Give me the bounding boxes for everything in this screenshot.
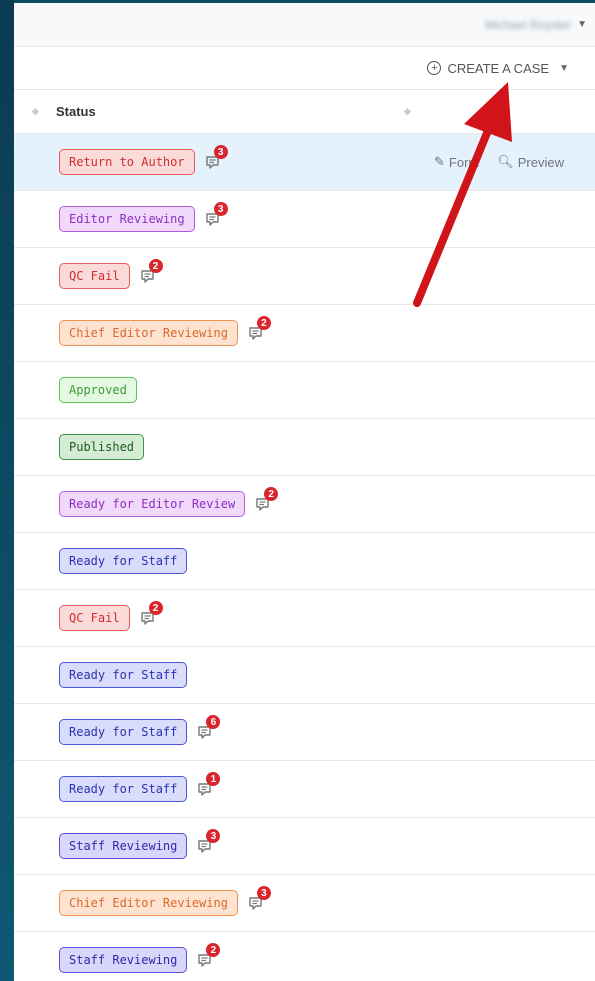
status-badge: Ready for Staff [59,776,188,802]
action-bar: + CREATE A CASE ▼ [14,47,595,90]
comment-icon[interactable]: 2 [255,487,279,515]
table-row[interactable]: Ready for Staff [14,533,595,590]
preview-icon: 🔍︎ [497,154,514,169]
status-badge: Chief Editor Reviewing [59,890,238,916]
chevron-down-icon[interactable]: ▼ [577,19,587,30]
status-badge: Chief Editor Reviewing [59,320,238,346]
table-row[interactable]: Ready for Staff 6 [14,704,595,761]
status-badge: Approved [59,377,137,403]
comment-icon[interactable]: 2 [248,316,271,344]
table-row[interactable]: Ready for Staff [14,647,595,704]
table-row[interactable]: Approved [14,362,595,419]
comment-count-badge: 2 [256,316,271,330]
table-row[interactable]: Ready for Staff 1 [14,761,595,818]
comment-count-badge: 2 [264,487,279,501]
comment-count-badge: 2 [148,259,163,273]
form-button[interactable]: ✎ Form [434,154,479,170]
status-badge: Ready for Editor Review [59,491,246,517]
comment-icon[interactable]: 2 [140,601,163,629]
comment-icon[interactable]: 2 [197,943,221,971]
window-edge [0,0,14,981]
comment-count-badge: 2 [148,601,163,615]
comment-icon[interactable]: 3 [248,886,271,914]
comment-count-badge: 6 [206,715,221,729]
column-header-status[interactable]: Status [56,104,96,119]
status-badge: Ready for Staff [59,662,188,688]
table-row[interactable]: QC Fail 2 [14,248,595,305]
table-row[interactable]: Return to Author 3 ✎Form 🔍︎Preview ⋮ [14,134,595,191]
comment-icon[interactable]: 3 [205,202,228,230]
table-row[interactable]: Editor Reviewing 3 [14,191,595,248]
form-label: Form [448,154,480,170]
table-row[interactable]: Published [14,419,595,476]
status-badge: Staff Reviewing [59,947,188,973]
status-badge: Editor Reviewing [59,206,195,232]
comment-count-badge: 3 [213,145,228,159]
table-row[interactable]: QC Fail 2 [14,590,595,647]
table-row[interactable]: Staff Reviewing 2 [14,932,595,981]
comment-icon[interactable]: 1 [197,772,221,800]
create-case-button[interactable]: + CREATE A CASE ▼ [427,61,569,76]
table-row[interactable]: Chief Editor Reviewing 2 [14,305,595,362]
comment-count-badge: 3 [213,202,228,216]
status-badge: Return to Author [59,149,195,175]
sort-icon[interactable]: ◆ [32,106,56,117]
row-actions: ✎ Form 🔍︎ Preview [434,134,564,190]
top-bar: Michael Royster ▼ [14,3,595,47]
status-badge: Staff Reviewing [59,833,188,859]
app-window: Michael Royster ▼ + CREATE A CASE ▼ ◆ St… [14,3,595,981]
comment-count-badge: 3 [206,829,221,843]
comment-count-badge: 2 [206,943,221,957]
chevron-down-icon: ▼ [559,62,569,74]
status-badge: Published [59,434,145,460]
status-badge: QC Fail [59,263,130,289]
status-badge: QC Fail [59,605,130,631]
pencil-icon: ✎ [434,154,445,169]
plus-circle-icon: + [427,61,442,75]
table-header: ◆ Status ◆ [14,90,595,134]
comment-count-badge: 1 [206,772,221,786]
create-case-label: CREATE A CASE [447,60,550,76]
status-badge: Ready for Staff [59,719,188,745]
table-row[interactable]: Ready for Editor Review 2 [14,476,595,533]
preview-button[interactable]: 🔍︎ Preview [497,154,564,170]
sort-icon[interactable]: ◆ [404,106,411,117]
comment-icon[interactable]: 6 [197,715,221,743]
more-options-icon[interactable]: ⋮ [590,154,595,171]
user-menu[interactable]: Michael Royster [485,18,571,32]
comment-icon[interactable]: 3 [205,145,228,173]
comment-count-badge: 3 [256,886,271,900]
preview-label: Preview [517,154,565,170]
table-row[interactable]: Staff Reviewing 3 [14,818,595,875]
status-badge: Ready for Staff [59,548,188,574]
comment-icon[interactable]: 2 [140,259,163,287]
table-row[interactable]: Chief Editor Reviewing 3 [14,875,595,932]
comment-icon[interactable]: 3 [197,829,221,857]
table-body: Return to Author 3 ✎Form 🔍︎Preview ⋮ Editor R… [14,134,595,981]
